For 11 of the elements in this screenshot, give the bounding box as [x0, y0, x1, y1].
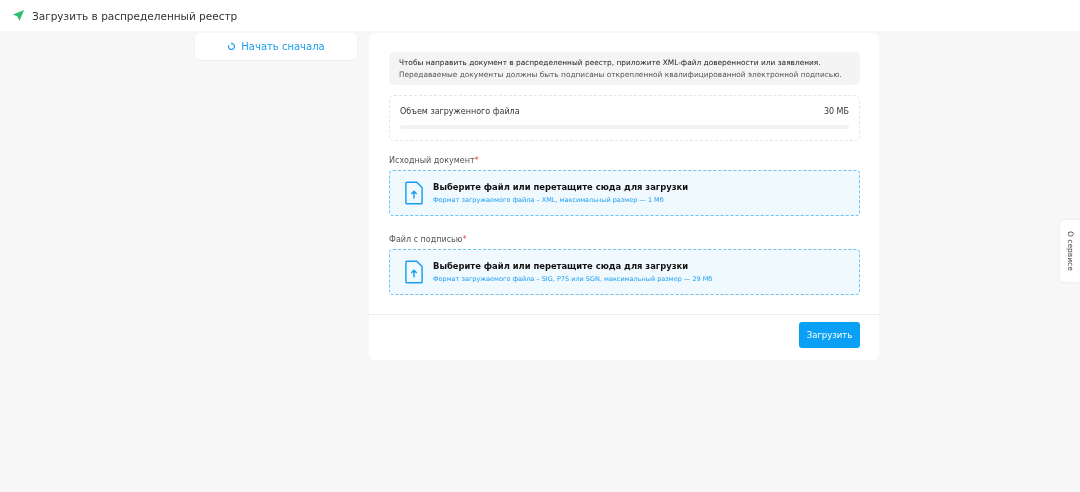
page-title: Загрузить в распределенный реестр — [32, 9, 238, 22]
refresh-icon — [227, 42, 237, 51]
drop-prompt: Выберите файл или перетащите сюда для загрузки — [433, 182, 689, 192]
upload-size-label: Объем загруженного файла — [400, 107, 520, 116]
drop-prompt: Выберите файл или перетащите сюда для загрузки — [433, 261, 690, 271]
field-label: Файл с подписью* — [389, 235, 468, 244]
upload-size-value: 30 МБ — [823, 107, 849, 116]
paper-plane-icon — [12, 9, 25, 22]
field-label: Исходный документ* — [389, 156, 480, 165]
file-upload-icon — [405, 260, 423, 284]
file-upload-icon — [405, 181, 423, 205]
